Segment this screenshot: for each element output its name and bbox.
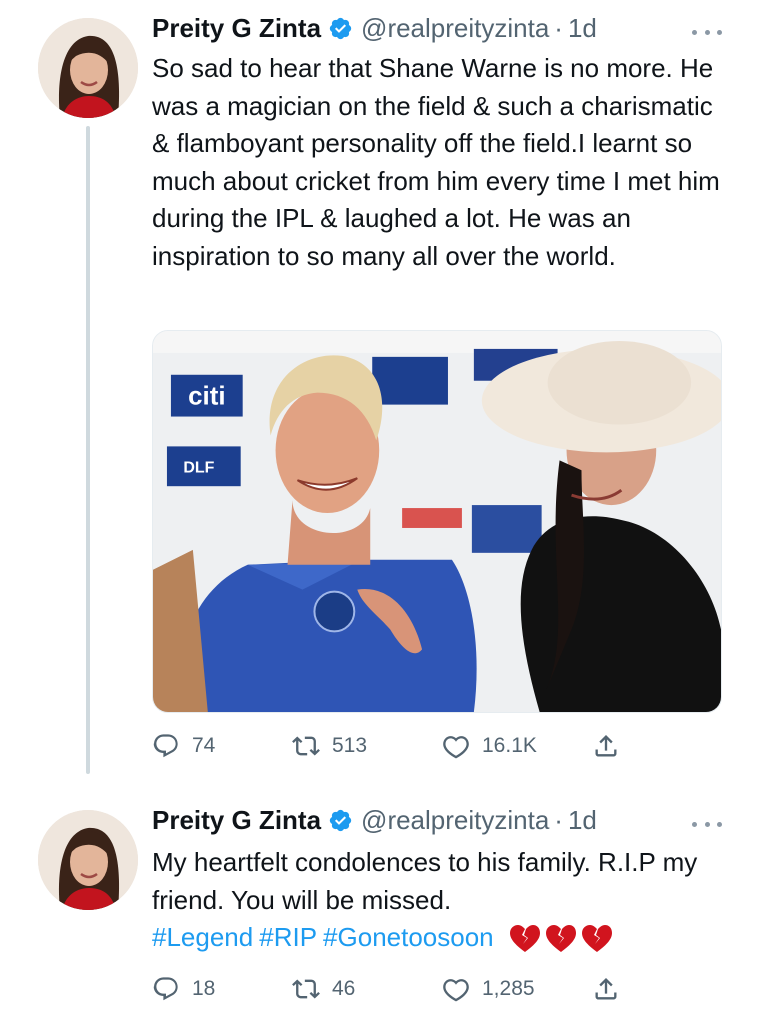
thread-connector-line <box>86 126 90 774</box>
photo-image: citi DLF <box>153 331 721 712</box>
tweet-timestamp[interactable]: 1d <box>568 805 597 836</box>
tweet-text: My heartfelt condolences to his family. … <box>152 847 698 915</box>
share-icon <box>595 735 617 757</box>
retweet-button[interactable]: 513 <box>292 731 367 761</box>
like-count: 16.1K <box>482 734 537 757</box>
reply-button[interactable]: 74 <box>152 731 215 761</box>
hashtag-link[interactable]: #RIP <box>259 922 317 952</box>
share-icon <box>595 978 617 1000</box>
tweet[interactable]: Preity G Zinta @realpreityzinta · 1d My … <box>0 790 760 1024</box>
header-separator: · <box>554 12 563 43</box>
broken-heart-icon <box>581 925 612 953</box>
hashtag-link[interactable]: #Legend <box>152 922 253 952</box>
broken-heart-icon <box>509 925 540 953</box>
hashtag-link[interactable]: #Gonetoosoon <box>323 922 494 952</box>
emoji-group <box>509 924 613 954</box>
tweet-photo[interactable]: citi DLF <box>152 330 722 713</box>
author-avatar[interactable] <box>38 18 138 118</box>
tweet-text: So sad to hear that Shane Warne is no mo… <box>152 53 720 271</box>
reply-icon <box>153 977 178 1001</box>
retweet-icon <box>292 736 320 756</box>
more-options-icon[interactable] <box>692 814 722 834</box>
sponsor-logo-text: DLF <box>183 459 214 476</box>
avatar-image <box>38 18 138 118</box>
header-separator: · <box>554 804 563 835</box>
broken-heart-icon <box>545 925 576 953</box>
tweet-header: Preity G Zinta @realpreityzinta · 1d <box>152 12 597 44</box>
reply-icon <box>153 734 178 758</box>
reply-count: 18 <box>192 977 216 1000</box>
share-button[interactable] <box>592 731 632 761</box>
reply-count: 74 <box>192 734 216 757</box>
retweet-count: 513 <box>332 734 368 757</box>
like-button[interactable]: 1,285 <box>442 974 535 1004</box>
tweet[interactable]: Preity G Zinta @realpreityzinta · 1d So … <box>0 0 760 790</box>
author-avatar[interactable] <box>38 810 138 910</box>
like-icon <box>443 979 469 1002</box>
share-button[interactable] <box>592 974 632 1004</box>
tweet-timestamp[interactable]: 1d <box>568 13 597 44</box>
like-button[interactable]: 16.1K <box>442 731 537 761</box>
retweet-count: 46 <box>332 977 356 1000</box>
sponsor-logo-text: citi <box>188 383 225 411</box>
verified-badge-icon <box>329 809 352 831</box>
tweet-actions: 18 46 1,285 <box>152 974 632 1004</box>
like-icon <box>443 736 469 759</box>
verified-badge-icon <box>329 17 352 39</box>
tweet-text-block: My heartfelt condolences to his family. … <box>152 844 732 957</box>
tweet-header: Preity G Zinta @realpreityzinta · 1d <box>152 804 597 836</box>
reply-button[interactable]: 18 <box>152 974 215 1004</box>
author-name[interactable]: Preity G Zinta <box>152 805 321 836</box>
author-name[interactable]: Preity G Zinta <box>152 13 321 44</box>
like-count: 1,285 <box>482 977 535 1000</box>
author-handle[interactable]: @realpreityzinta <box>361 805 549 836</box>
author-handle[interactable]: @realpreityzinta <box>361 13 549 44</box>
more-options-icon[interactable] <box>692 22 722 42</box>
tweet-actions: 74 513 16.1K <box>152 731 632 761</box>
retweet-icon <box>292 979 320 999</box>
retweet-button[interactable]: 46 <box>292 974 355 1004</box>
avatar-image <box>38 810 138 910</box>
